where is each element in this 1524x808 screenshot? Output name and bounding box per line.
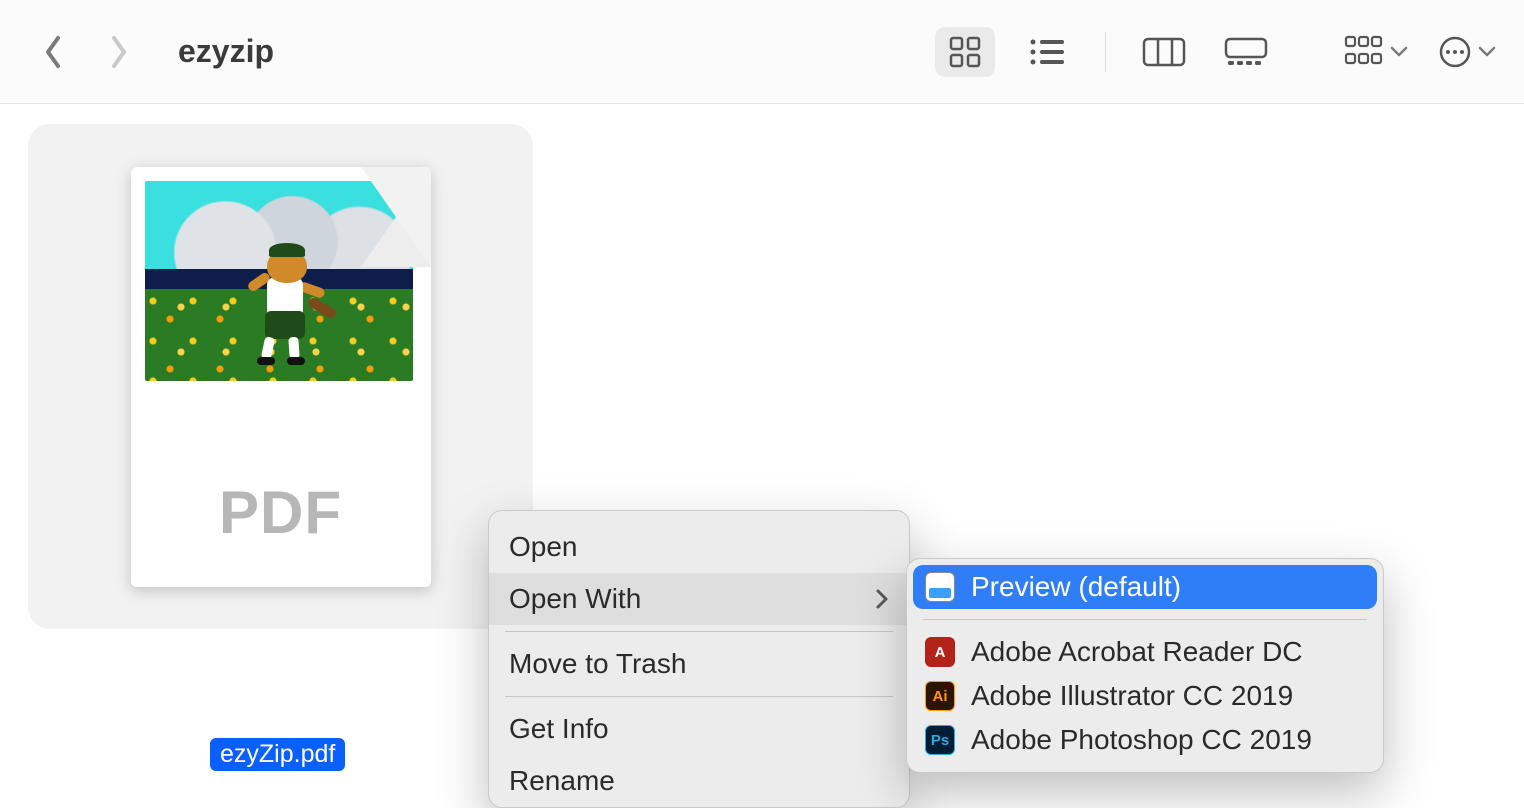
folder-title: ezyzip — [178, 33, 274, 70]
nav-arrows — [38, 32, 134, 72]
menu-label: Open With — [509, 583, 641, 615]
column-view-button[interactable] — [1134, 27, 1194, 77]
view-group — [935, 27, 1276, 77]
file-tile[interactable]: PDF — [28, 124, 533, 629]
menu-separator — [505, 696, 893, 697]
chevron-right-icon — [109, 35, 129, 69]
context-menu-item-open-with[interactable]: Open With — [489, 573, 909, 625]
separator — [1105, 32, 1106, 72]
context-menu: Open Open With Move to Trash Get Info Re… — [488, 510, 910, 808]
chevron-right-icon — [875, 588, 889, 610]
preview-app-icon — [925, 572, 955, 602]
file-type-badge: PDF — [219, 478, 342, 547]
more-circle-icon — [1438, 35, 1472, 69]
photoshop-app-icon: Ps — [925, 725, 955, 755]
gallery-icon — [1224, 37, 1268, 67]
action-button[interactable] — [1438, 35, 1496, 69]
group-icon — [1344, 35, 1384, 69]
file-thumbnail: PDF — [131, 167, 431, 587]
right-controls — [1344, 35, 1496, 69]
submenu-item-preview[interactable]: Preview (default) — [913, 565, 1377, 609]
acrobat-app-icon: A — [925, 637, 955, 667]
illustrator-app-icon: Ai — [925, 681, 955, 711]
submenu-item-illustrator[interactable]: Ai Adobe Illustrator CC 2019 — [913, 674, 1377, 718]
columns-icon — [1142, 37, 1186, 67]
context-menu-item-open[interactable]: Open — [489, 521, 909, 573]
chevron-left-icon — [43, 35, 63, 69]
submenu-label: Adobe Acrobat Reader DC — [971, 636, 1303, 668]
chevron-down-icon — [1478, 46, 1496, 58]
icon-view-button[interactable] — [935, 27, 995, 77]
submenu-label: Adobe Illustrator CC 2019 — [971, 680, 1293, 712]
menu-label: Move to Trash — [509, 648, 686, 680]
menu-separator — [505, 631, 893, 632]
context-menu-item-rename[interactable]: Rename — [489, 755, 909, 807]
menu-separator — [923, 619, 1367, 620]
menu-label: Get Info — [509, 713, 609, 745]
submenu-label: Adobe Photoshop CC 2019 — [971, 724, 1312, 756]
submenu-item-photoshop[interactable]: Ps Adobe Photoshop CC 2019 — [913, 718, 1377, 762]
back-button[interactable] — [38, 32, 68, 72]
context-menu-item-move-to-trash[interactable]: Move to Trash — [489, 638, 909, 690]
submenu-label: Preview (default) — [971, 571, 1181, 603]
menu-label: Rename — [509, 765, 615, 797]
grid-icon — [948, 35, 982, 69]
list-view-button[interactable] — [1017, 27, 1077, 77]
list-icon — [1028, 37, 1066, 67]
file-name-label[interactable]: ezyZip.pdf — [210, 738, 345, 771]
toolbar: ezyzip — [0, 0, 1524, 104]
gallery-view-button[interactable] — [1216, 27, 1276, 77]
submenu-item-acrobat[interactable]: A Adobe Acrobat Reader DC — [913, 630, 1377, 674]
chevron-down-icon — [1390, 46, 1408, 58]
forward-button[interactable] — [104, 32, 134, 72]
menu-label: Open — [509, 531, 578, 563]
context-menu-item-get-info[interactable]: Get Info — [489, 703, 909, 755]
group-by-button[interactable] — [1344, 35, 1408, 69]
open-with-submenu: Preview (default) A Adobe Acrobat Reader… — [906, 558, 1384, 773]
